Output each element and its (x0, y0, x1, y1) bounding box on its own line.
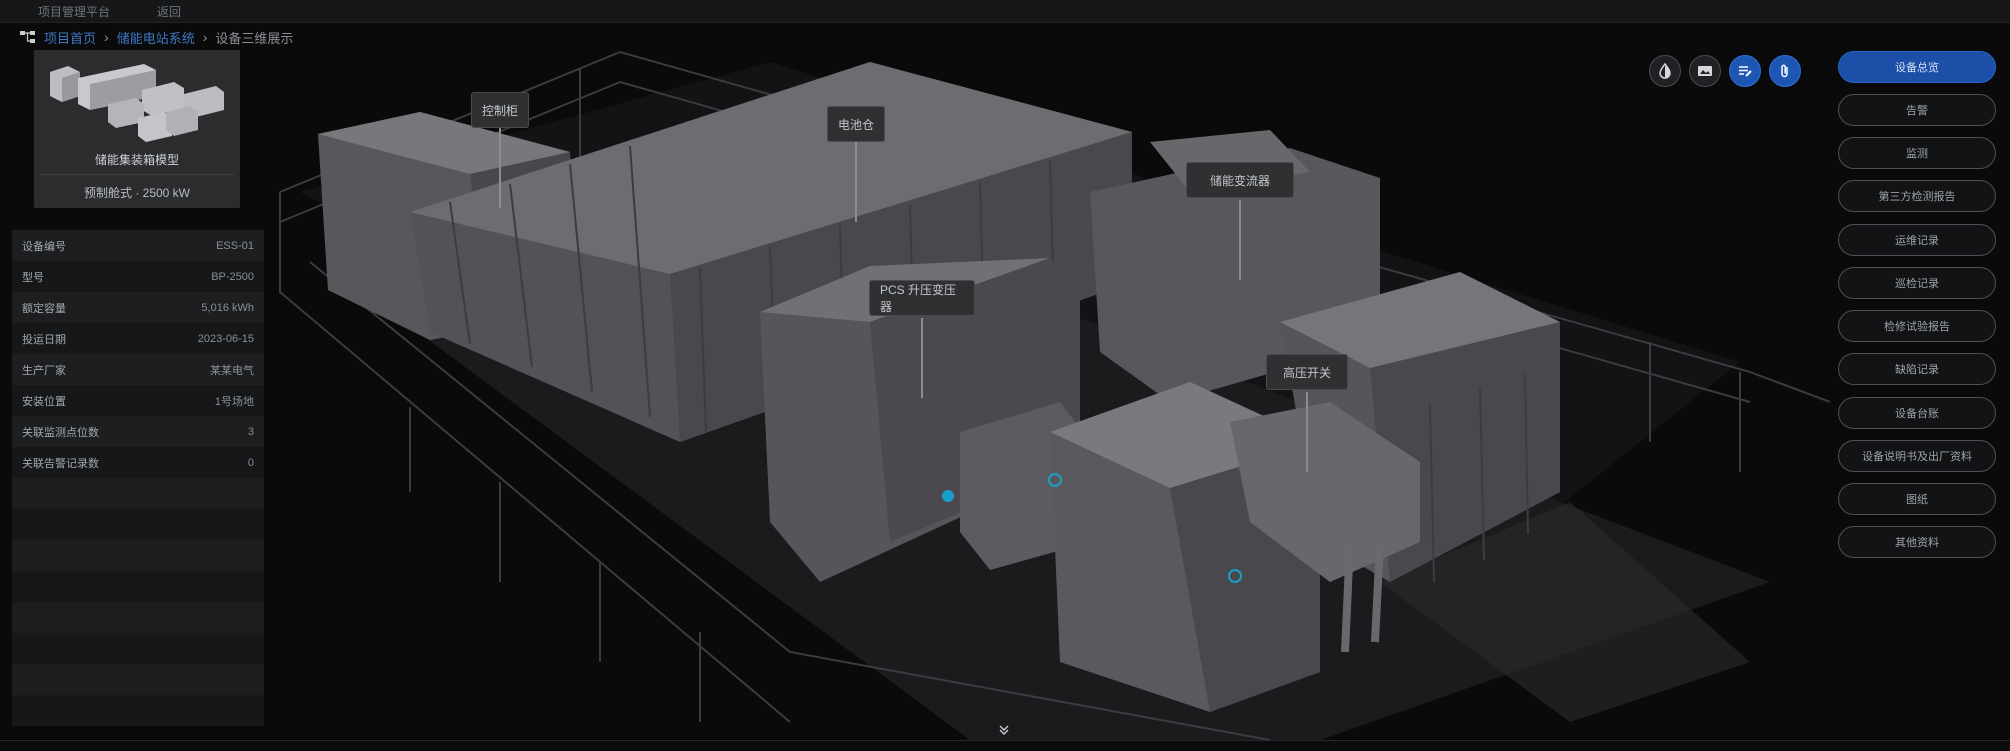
annotate-icon[interactable] (1729, 55, 1761, 87)
info-empty-row (12, 695, 264, 726)
btn-equipment-ledger[interactable]: 设备台账 (1838, 397, 1996, 429)
chevron-right-icon: › (202, 29, 208, 45)
info-empty-row (12, 602, 264, 633)
thumbnail-divider (40, 174, 234, 175)
bottom-bar (0, 740, 2010, 751)
info-empty-row (12, 664, 264, 695)
model-label-tag[interactable]: 电池仓 (827, 106, 885, 142)
info-label: 投运日期 (22, 333, 66, 346)
info-label: 生产厂家 (22, 364, 66, 377)
model-label-tag[interactable]: 储能变流器 (1186, 162, 1294, 198)
breadcrumb: 项目首页 › 储能电站系统 › 设备三维展示 (20, 27, 293, 47)
btn-defect-record[interactable]: 缺陷记录 (1838, 353, 1996, 385)
chevron-right-icon: › (104, 29, 109, 45)
btn-alarm[interactable]: 告警 (1838, 94, 1996, 126)
info-value: 2023-06-15 (197, 332, 254, 345)
info-row: 关联告警记录数 0 (12, 447, 264, 478)
model-preview-image (34, 50, 240, 150)
btn-manual[interactable]: 设备说明书及出厂资料 (1838, 440, 1996, 472)
info-value: ESS-01 (216, 239, 254, 252)
btn-third-party-report[interactable]: 第三方检测报告 (1838, 180, 1996, 212)
info-label: 型号 (22, 271, 44, 284)
opacity-icon[interactable] (1649, 55, 1681, 87)
attachment-icon[interactable] (1769, 55, 1801, 87)
topbar-app-title[interactable]: 项目管理平台 (38, 3, 110, 20)
breadcrumb-item[interactable]: 项目首页 (44, 28, 96, 47)
info-value: 1号场地 (214, 395, 254, 408)
info-label: 设备编号 (22, 240, 66, 253)
model-label-tag[interactable]: 高压开关 (1266, 354, 1348, 390)
annotation-marker-icon[interactable] (942, 490, 954, 502)
tree-icon[interactable] (20, 30, 36, 44)
chevron-double-down-icon[interactable] (995, 722, 1013, 738)
btn-monitor[interactable]: 监测 (1838, 137, 1996, 169)
btn-drawings[interactable]: 图纸 (1838, 483, 1996, 515)
topbar-back-link[interactable]: 返回 (157, 3, 181, 20)
info-value: 3 (247, 425, 254, 438)
info-label: 关联告警记录数 (22, 457, 99, 470)
breadcrumb-item[interactable]: 储能电站系统 (117, 28, 195, 47)
device-info-table: 设备编号 ESS-01 型号 BP-2500 额定容量 5,016 kWh 投运日期 2… (12, 230, 264, 726)
info-empty-row (12, 478, 264, 509)
info-row: 投运日期 2023-06-15 (12, 323, 264, 354)
info-row: 关联监测点位数 3 (12, 416, 264, 447)
btn-inspection-record[interactable]: 巡检记录 (1838, 267, 1996, 299)
model-label-tag[interactable]: PCS 升压变压器 (869, 280, 975, 316)
info-row: 生产厂家 某某电气 (12, 354, 264, 385)
thumbnail-subtitle: 预制舱式 · 2500 kW (83, 186, 191, 200)
info-empty-row (12, 571, 264, 602)
model-thumbnail-card[interactable]: 储能集装箱模型 预制舱式 · 2500 kW (34, 50, 240, 208)
info-label: 额定容量 (22, 302, 66, 315)
info-value: BP-2500 (211, 270, 254, 283)
info-empty-row (12, 509, 264, 540)
top-bar: 项目管理平台 返回 (0, 0, 2010, 23)
info-value: 某某电气 (210, 364, 254, 377)
info-row: 额定容量 5,016 kWh (12, 292, 264, 323)
btn-overview[interactable]: 设备总览 (1838, 51, 1996, 83)
btn-test-report[interactable]: 检修试验报告 (1838, 310, 1996, 342)
info-row: 安装位置 1号场地 (12, 385, 264, 416)
info-row: 型号 BP-2500 (12, 261, 264, 292)
info-label: 关联监测点位数 (22, 426, 99, 439)
info-empty-row (12, 633, 264, 664)
info-value: 0 (247, 456, 254, 469)
info-empty-row (12, 540, 264, 571)
btn-maintenance-record[interactable]: 运维记录 (1838, 224, 1996, 256)
info-row: 设备编号 ESS-01 (12, 230, 264, 261)
3d-model-scene[interactable] (270, 22, 1830, 740)
thumbnail-title: 储能集装箱模型 (94, 153, 179, 167)
model-label-tag[interactable]: 控制柜 (471, 92, 529, 128)
image-icon[interactable] (1689, 55, 1721, 87)
info-value: 5,016 kWh (201, 301, 254, 314)
3d-viewport[interactable]: 控制柜 电池仓 储能变流器 PCS 升压变压器 高压开关 (270, 22, 1830, 740)
info-label: 安装位置 (22, 395, 66, 408)
btn-other-docs[interactable]: 其他资料 (1838, 526, 1996, 558)
